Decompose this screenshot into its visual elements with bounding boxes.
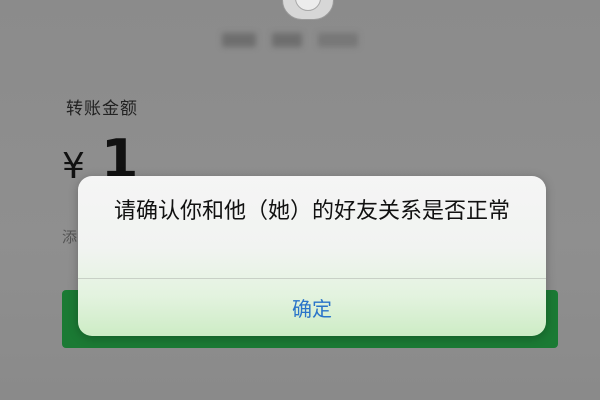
avatar-face-icon [295, 0, 321, 11]
blurred-name-part [222, 33, 256, 47]
confirm-dialog: 请确认你和他（她）的好友关系是否正常 确定 [78, 176, 546, 336]
add-note-link-partial[interactable]: 添 [62, 226, 78, 247]
blurred-name-part [318, 33, 358, 47]
dialog-message: 请确认你和他（她）的好友关系是否正常 [113, 199, 510, 224]
recipient-name-blurred [222, 28, 358, 52]
dialog-confirm-button[interactable]: 确定 [78, 279, 546, 336]
recipient-avatar [282, 0, 334, 20]
transfer-screen: 转账金额 ¥ 1 添 请确认你和他（她）的好友关系是否正常 确定 [0, 0, 600, 400]
blurred-name-part [272, 33, 302, 47]
transfer-amount-label: 转账金额 [66, 99, 138, 119]
